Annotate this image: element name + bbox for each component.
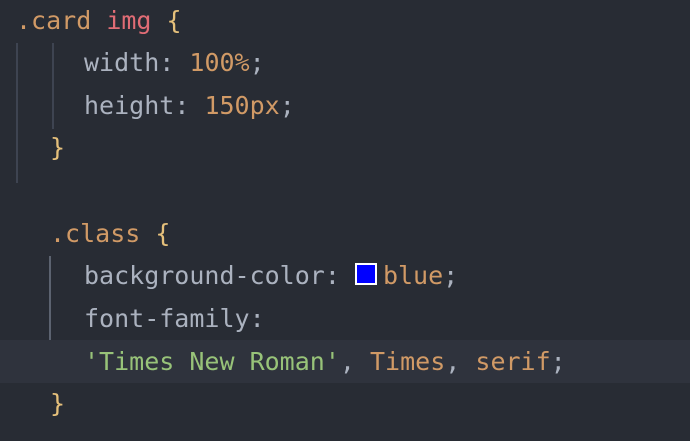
selector-class: .card xyxy=(16,6,92,35)
semicolon: ; xyxy=(279,91,295,120)
indent-guide xyxy=(52,43,54,129)
selector-tag: img xyxy=(106,6,152,35)
close-brace: } xyxy=(50,389,66,418)
property-value: blue xyxy=(382,261,444,290)
code-line-9[interactable]: 'Times New Roman', Times, serif; xyxy=(84,340,566,383)
colon: : xyxy=(159,48,175,77)
selector-class: .class xyxy=(50,219,141,248)
code-line-3[interactable]: height: 150px; xyxy=(84,84,295,127)
code-line-8[interactable]: font-family: xyxy=(84,297,265,340)
property-value: 150px xyxy=(204,91,280,120)
string-value: 'Times New Roman' xyxy=(84,347,340,376)
code-line-7[interactable]: background-color: blue; xyxy=(84,254,458,297)
code-line-10[interactable]: } xyxy=(50,382,65,425)
code-line-2[interactable]: width: 100%; xyxy=(84,41,265,84)
code-line-1[interactable]: .card img { xyxy=(16,0,182,42)
semicolon: ; xyxy=(249,48,265,77)
close-brace: } xyxy=(50,133,66,162)
open-brace: { xyxy=(166,6,182,35)
code-line-4[interactable]: } xyxy=(50,126,65,169)
colon: : xyxy=(324,261,340,290)
colon: : xyxy=(249,304,265,333)
colon: : xyxy=(174,91,190,120)
comma: , xyxy=(339,347,355,376)
code-line-6[interactable]: .class { xyxy=(50,212,170,255)
property-name: width xyxy=(84,48,160,77)
code-editor[interactable]: .card img { width: 100%; height: 150px; … xyxy=(0,0,690,441)
color-swatch-icon[interactable] xyxy=(354,263,377,285)
font-value: serif xyxy=(475,347,551,376)
indent-guide xyxy=(16,43,18,183)
semicolon: ; xyxy=(443,261,459,290)
property-name: height xyxy=(84,91,175,120)
property-value: 100% xyxy=(189,48,250,77)
font-value: Times xyxy=(370,347,446,376)
property-name: background-color xyxy=(84,261,325,290)
open-brace: { xyxy=(155,219,171,248)
semicolon: ; xyxy=(550,347,566,376)
comma: , xyxy=(445,347,461,376)
property-name: font-family xyxy=(84,304,250,333)
